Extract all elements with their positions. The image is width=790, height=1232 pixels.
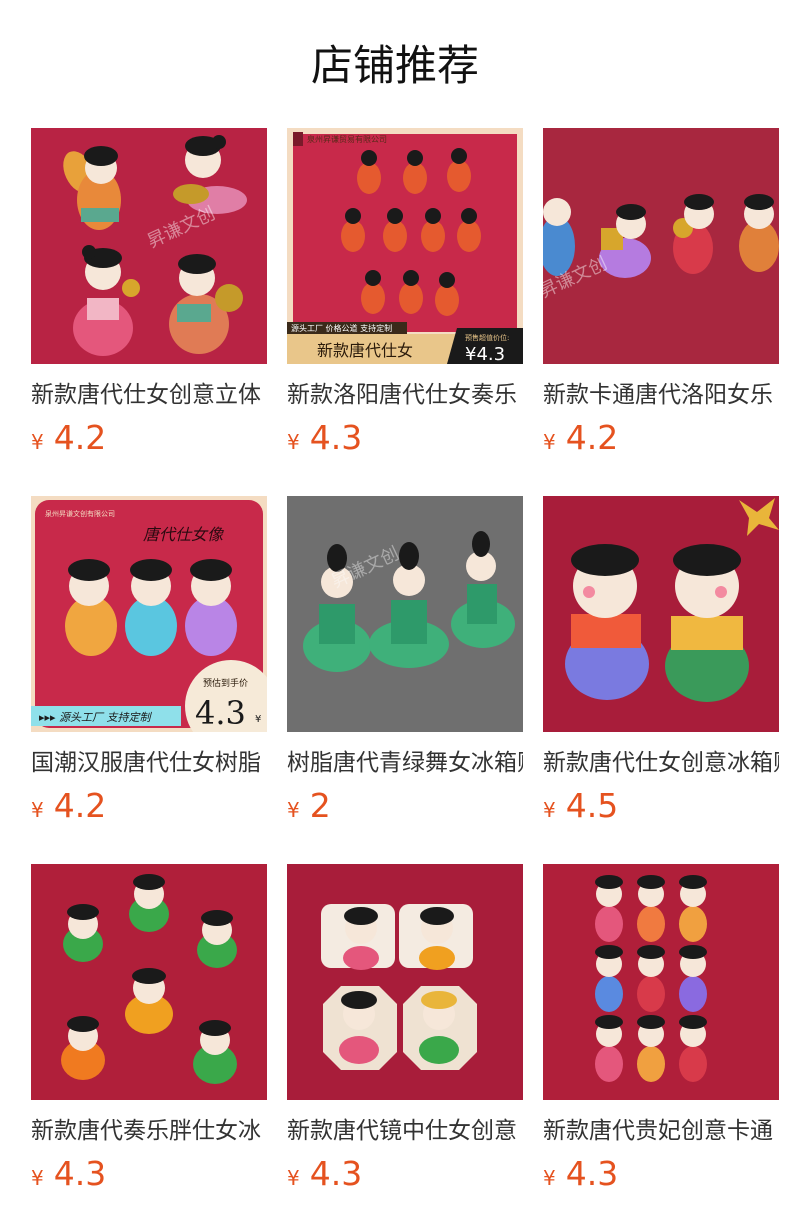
poster-title: 新款唐代仕女: [317, 341, 413, 360]
product-price: ¥4.3: [287, 1154, 362, 1194]
price-value: 4.3: [309, 418, 363, 457]
poster-title: 唐代仕女像: [143, 525, 224, 544]
currency-symbol: ¥: [31, 798, 44, 822]
price-value: 4.5: [565, 786, 619, 825]
product-price: ¥2: [287, 786, 331, 826]
price-value: 4.3: [309, 1154, 363, 1193]
poster-price: ¥4.3: [465, 344, 505, 364]
poster-company: 泉州昇谦文创有限公司: [45, 509, 115, 518]
product-price: ¥4.2: [543, 418, 618, 458]
price-value: 4.2: [53, 418, 107, 457]
product-price: ¥4.3: [31, 1154, 106, 1194]
product-card[interactable]: 泉州昇谦文创有限公司 唐代仕女像 ▸▸▸ 源头工厂 支持定制 预估到手价 4.3…: [31, 496, 267, 826]
product-name[interactable]: 新款唐代镜中仕女创意: [287, 1114, 523, 1148]
product-image[interactable]: [543, 496, 779, 732]
price-value: 4.2: [565, 418, 619, 457]
price-value: 4.3: [565, 1154, 619, 1193]
page-title: 店铺推荐: [310, 41, 479, 90]
product-name[interactable]: 树脂唐代青绿舞女冰箱贴: [287, 746, 523, 780]
product-price: ¥4.3: [287, 418, 362, 458]
product-card[interactable]: 昇谦文创 树脂唐代青绿舞女冰箱贴 ¥2: [287, 496, 523, 826]
currency-symbol: ¥: [543, 430, 556, 454]
price-value: 2: [309, 786, 331, 825]
product-card[interactable]: 新款唐代贵妃创意卡通 ¥4.3: [543, 864, 779, 1194]
product-name[interactable]: 新款唐代仕女创意冰箱贴: [543, 746, 779, 780]
product-name[interactable]: 国潮汉服唐代仕女树脂: [31, 746, 267, 780]
poster-price-label: 预售超值价位:: [465, 333, 509, 342]
product-price: ¥4.3: [543, 1154, 618, 1194]
currency-symbol: ¥: [287, 798, 300, 822]
product-card[interactable]: 新款唐代奏乐胖仕女冰 ¥4.3: [31, 864, 267, 1194]
currency-symbol: ¥: [31, 1166, 44, 1190]
product-card[interactable]: 新款唐代仕女创意冰箱贴 ¥4.5: [543, 496, 779, 826]
price-value: 4.2: [53, 786, 107, 825]
product-card[interactable]: 新款唐代镜中仕女创意 ¥4.3: [287, 864, 523, 1194]
product-name[interactable]: 新款唐代仕女创意立体: [31, 378, 267, 412]
product-image[interactable]: [287, 864, 523, 1100]
poster-company: 泉州昇谦贸易有限公司: [307, 134, 387, 144]
product-card[interactable]: 昇谦文创 新款卡通唐代洛阳女乐 ¥4.2: [543, 128, 779, 458]
product-card[interactable]: 昇谦文创 新款唐代仕女创意立体 ¥4.2: [31, 128, 267, 458]
currency-symbol: ¥: [287, 430, 300, 454]
product-name[interactable]: 新款卡通唐代洛阳女乐: [543, 378, 779, 412]
product-image[interactable]: 泉州昇谦贸易有限公司 源头工厂 价格公道 支持定制 新款唐代仕女 预售超值价位:…: [287, 128, 523, 364]
poster-tag: ▸▸▸ 源头工厂 支持定制: [39, 711, 153, 724]
poster-tag: 源头工厂 价格公道 支持定制: [291, 323, 392, 333]
currency-symbol: ¥: [31, 430, 44, 454]
poster-price: 4.3: [195, 694, 246, 732]
product-card[interactable]: 泉州昇谦贸易有限公司 源头工厂 价格公道 支持定制 新款唐代仕女 预售超值价位:…: [287, 128, 523, 458]
product-image[interactable]: 昇谦文创: [543, 128, 779, 364]
product-image[interactable]: 泉州昇谦文创有限公司 唐代仕女像 ▸▸▸ 源头工厂 支持定制 预估到手价 4.3…: [31, 496, 267, 732]
currency-symbol: ¥: [543, 1166, 556, 1190]
product-price: ¥4.2: [31, 418, 106, 458]
product-price: ¥4.2: [31, 786, 106, 826]
product-grid: 昇谦文创 新款唐代仕女创意立体 ¥4.2 泉州昇谦贸易有限公司 源头工厂 价格公…: [31, 128, 790, 1228]
price-value: 4.3: [53, 1154, 107, 1193]
product-image[interactable]: [543, 864, 779, 1100]
currency-symbol: ¥: [287, 1166, 300, 1190]
poster-currency: ¥: [255, 714, 261, 725]
product-name[interactable]: 新款唐代奏乐胖仕女冰: [31, 1114, 267, 1148]
product-image[interactable]: 昇谦文创: [31, 128, 267, 364]
currency-symbol: ¥: [543, 798, 556, 822]
product-image[interactable]: 昇谦文创: [287, 496, 523, 732]
product-name[interactable]: 新款唐代贵妃创意卡通: [543, 1114, 779, 1148]
product-name[interactable]: 新款洛阳唐代仕女奏乐: [287, 378, 523, 412]
product-image[interactable]: [31, 864, 267, 1100]
product-price: ¥4.5: [543, 786, 618, 826]
poster-price-label: 预估到手价: [203, 677, 248, 689]
